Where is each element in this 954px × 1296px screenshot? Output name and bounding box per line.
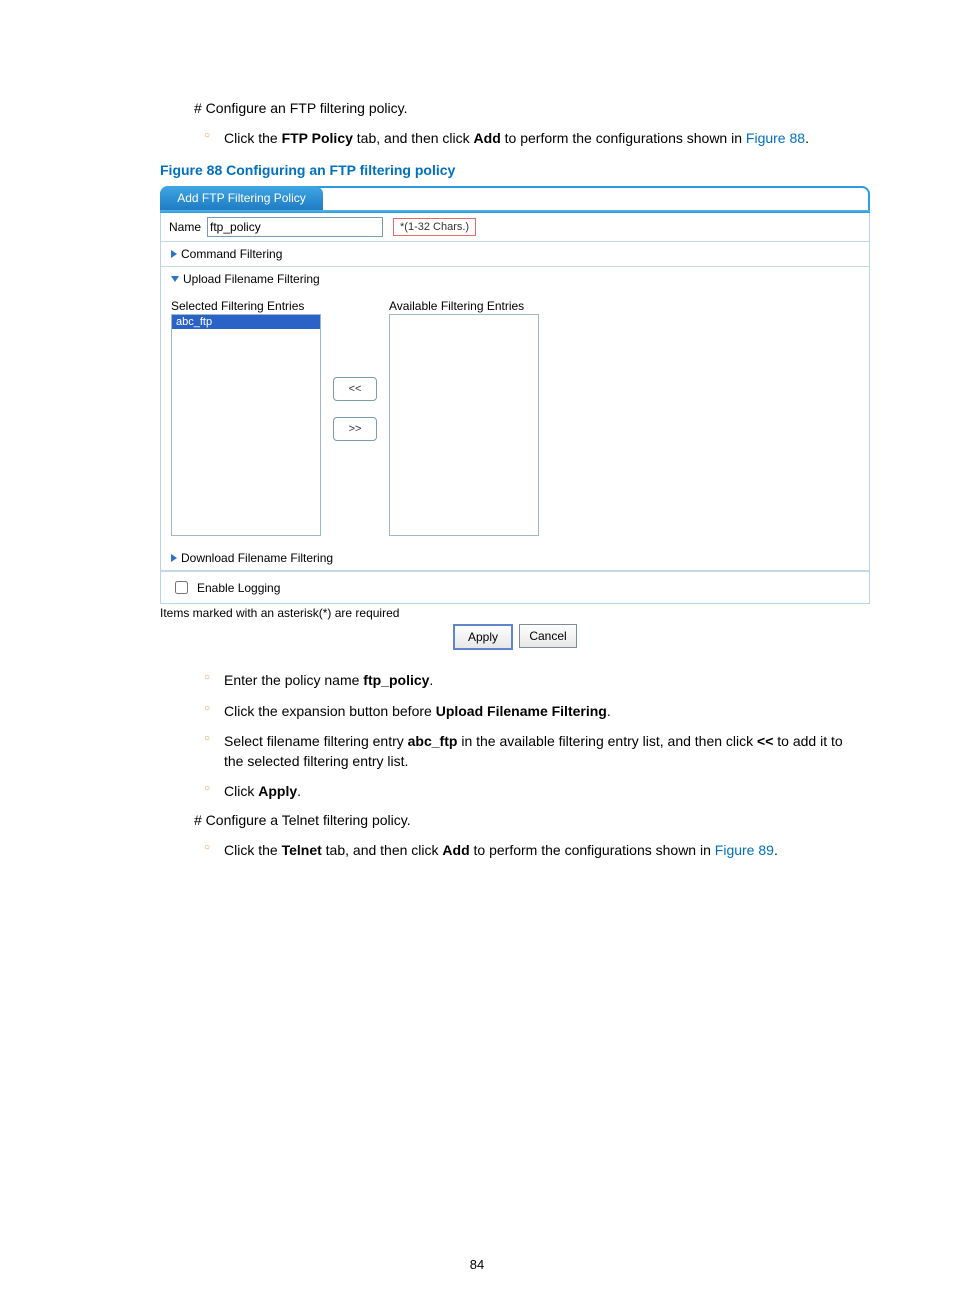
tab-add-ftp-policy[interactable]: Add FTP Filtering Policy: [160, 186, 323, 210]
tab-bar: Add FTP Filtering Policy: [160, 186, 870, 210]
available-entries-list[interactable]: [389, 314, 539, 536]
apply-button[interactable]: Apply: [453, 624, 513, 650]
step-configure-telnet: # Configure a Telnet filtering policy.: [194, 812, 866, 828]
step-click-ftp: Click the FTP Policy tab, and then click…: [204, 128, 866, 148]
upload-filtering-header[interactable]: Upload Filename Filtering: [161, 267, 869, 291]
entry-name: abc_ftp: [408, 733, 458, 749]
list-item[interactable]: abc_ftp: [172, 315, 320, 329]
text: Click the: [224, 130, 282, 146]
policy-name-value: ftp_policy: [363, 672, 429, 688]
add-label: Add: [474, 130, 501, 146]
text: Click: [224, 783, 258, 799]
name-input[interactable]: [207, 217, 383, 237]
selected-entries-label: Selected Filtering Entries: [171, 299, 321, 313]
upload-body: Selected Filtering Entries abc_ftp << >>…: [161, 291, 869, 546]
add-label: Add: [442, 842, 469, 858]
enable-logging-row: Enable Logging: [161, 571, 869, 603]
upload-filename-filtering-label: Upload Filename Filtering: [436, 703, 607, 719]
upload-filtering-label: Upload Filename Filtering: [183, 272, 320, 286]
download-filtering-label: Download Filename Filtering: [181, 551, 333, 565]
download-filtering-header[interactable]: Download Filename Filtering: [161, 546, 869, 571]
cancel-button[interactable]: Cancel: [519, 624, 577, 648]
text: .: [297, 783, 301, 799]
telnet-tab-name: Telnet: [282, 842, 322, 858]
move-right-button[interactable]: >>: [333, 417, 377, 441]
figure-88-image: Add FTP Filtering Policy Name *(1-32 Cha…: [160, 186, 870, 604]
name-label: Name: [169, 220, 201, 234]
text: .: [805, 130, 809, 146]
text: tab, and then click: [353, 130, 474, 146]
move-left-button[interactable]: <<: [333, 377, 377, 401]
ftp-policy-tab-name: FTP Policy: [282, 130, 353, 146]
step-configure-ftp: # Configure an FTP filtering policy.: [194, 100, 866, 116]
text: Select filename filtering entry: [224, 733, 408, 749]
selected-entries-list[interactable]: abc_ftp: [171, 314, 321, 536]
move-left-symbol: <<: [757, 733, 773, 749]
step-click-telnet: Click the Telnet tab, and then click Add…: [204, 840, 866, 860]
expand-icon: [171, 250, 177, 258]
enable-logging-checkbox[interactable]: [175, 581, 188, 594]
step-expand-upload: Click the expansion button before Upload…: [204, 701, 866, 721]
step-click-apply: Click Apply.: [204, 781, 866, 801]
text: Enter the policy name: [224, 672, 363, 688]
step-enter-name: Enter the policy name ftp_policy.: [204, 670, 866, 690]
apply-label: Apply: [258, 783, 297, 799]
text: Click the expansion button before: [224, 703, 436, 719]
page-number: 84: [0, 1257, 954, 1272]
text: .: [607, 703, 611, 719]
text: in the available filtering entry list, a…: [457, 733, 757, 749]
collapse-icon: [171, 276, 179, 282]
text: .: [429, 672, 433, 688]
button-row: Apply Cancel: [160, 624, 870, 650]
command-filtering-label: Command Filtering: [181, 247, 282, 261]
text: Click the: [224, 842, 282, 858]
expand-icon: [171, 554, 177, 562]
figure-88-caption: Figure 88 Configuring an FTP filtering p…: [160, 162, 906, 178]
text: tab, and then click: [322, 842, 443, 858]
figure-88-xref[interactable]: Figure 88: [746, 130, 805, 146]
enable-logging-label: Enable Logging: [197, 581, 280, 595]
name-hint: *(1-32 Chars.): [393, 218, 476, 236]
available-entries-label: Available Filtering Entries: [389, 299, 539, 313]
step-select-entry: Select filename filtering entry abc_ftp …: [204, 731, 866, 772]
text: to perform the configurations shown in: [501, 130, 746, 146]
command-filtering-header[interactable]: Command Filtering: [161, 242, 869, 267]
name-row: Name *(1-32 Chars.): [161, 213, 869, 242]
required-note: Items marked with an asterisk(*) are req…: [160, 604, 870, 620]
text: .: [774, 842, 778, 858]
text: to perform the configurations shown in: [470, 842, 715, 858]
figure-89-xref[interactable]: Figure 89: [715, 842, 774, 858]
